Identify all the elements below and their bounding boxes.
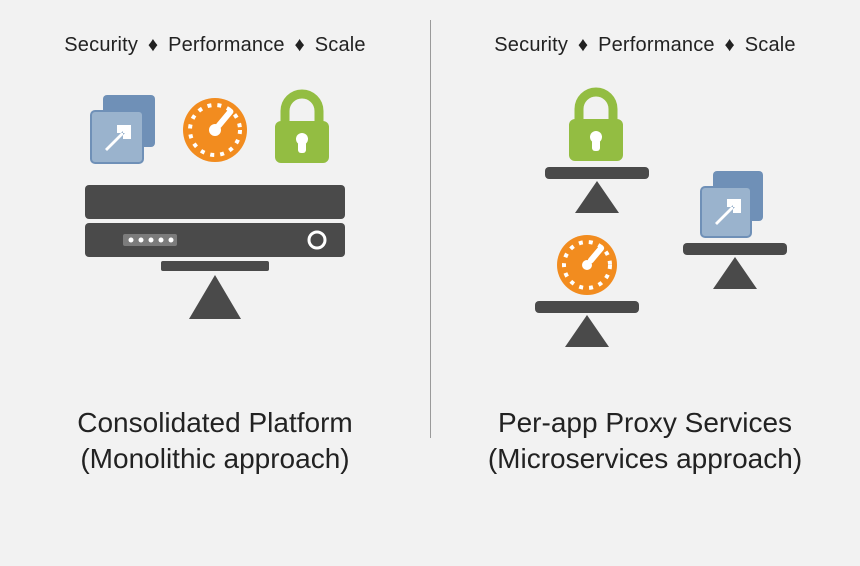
topline-seg: Scale [315,34,366,56]
right-panel: Security ♦ Performance ♦ Scale [430,0,860,566]
gauge-icon [557,235,617,295]
topline-seg: Scale [745,34,796,56]
lock-icon [275,94,329,163]
top-line-right: Security ♦ Performance ♦ Scale [494,34,795,57]
consolidated-platform-illustration [65,85,365,365]
diamond-separator: ♦ [725,34,735,56]
right-figure [430,85,860,365]
left-caption: Consolidated Platform (Monolithic approa… [77,405,352,477]
topline-seg: Security [494,34,568,56]
caption-line: (Microservices approach) [488,441,802,477]
per-app-proxies-illustration [485,85,805,365]
top-line-left: Security ♦ Performance ♦ Scale [64,34,365,57]
topline-seg: Performance [168,34,285,56]
app-shortcut-icon [701,171,763,237]
left-figure [0,85,430,365]
lock-icon [569,92,623,161]
topline-seg: Security [64,34,138,56]
diamond-separator: ♦ [148,34,158,56]
left-panel: Security ♦ Performance ♦ Scale [0,0,430,566]
server-rack-icon [85,185,345,257]
pedestal-lock [545,92,649,213]
pedestal-gauge [535,235,639,347]
pedestal-app [683,171,787,289]
pedestal-icon [545,167,649,213]
right-caption: Per-app Proxy Services (Microservices ap… [488,405,802,477]
comparison-diagram: Security ♦ Performance ♦ Scale [0,0,860,566]
caption-line: Consolidated Platform [77,405,352,441]
app-shortcut-icon [91,95,155,163]
gauge-icon [183,98,247,162]
balance-pivot-icon [161,261,269,319]
caption-line: Per-app Proxy Services [488,405,802,441]
pedestal-icon [683,243,787,289]
pedestal-icon [535,301,639,347]
diamond-separator: ♦ [578,34,588,56]
diamond-separator: ♦ [295,34,305,56]
caption-line: (Monolithic approach) [77,441,352,477]
topline-seg: Performance [598,34,715,56]
